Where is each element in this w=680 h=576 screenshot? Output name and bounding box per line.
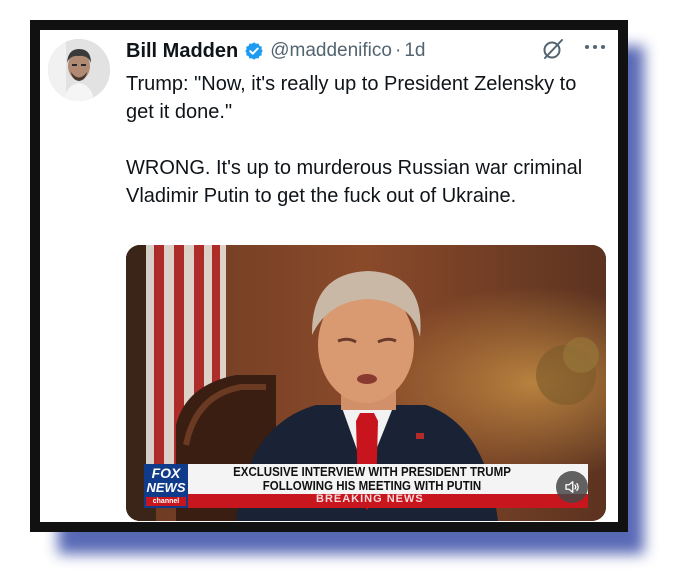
grok-icon[interactable]	[540, 36, 566, 62]
avatar-photo	[48, 39, 110, 101]
post-text-paragraph-2: WRONG. It's up to murderous Russian war …	[126, 157, 583, 207]
speaker-icon[interactable]	[556, 471, 588, 503]
author-handle[interactable]: @maddenifico	[270, 40, 392, 62]
chyron-line-1: EXCLUSIVE INTERVIEW WITH PRESIDENT TRUMP	[233, 465, 511, 479]
fox-news-logo: FOX NEWS channel	[144, 464, 188, 508]
post-text: Trump: "Now, it's really up to President…	[126, 70, 596, 210]
fox-logo-line-2: NEWS	[146, 480, 186, 495]
avatar[interactable]	[48, 39, 110, 101]
fox-logo-line-3: channel	[146, 497, 186, 506]
fox-logo-line-1: FOX	[151, 465, 181, 481]
tweet-card[interactable]: Bill Madden @maddenifico · 1d Trump: "No…	[40, 30, 618, 522]
post-header: Bill Madden @maddenifico · 1d	[126, 38, 425, 64]
author-name[interactable]: Bill Madden	[126, 40, 238, 63]
video-player[interactable]: EXCLUSIVE INTERVIEW WITH PRESIDENT TRUMP…	[126, 245, 606, 521]
chyron-line-2: FOLLOWING HIS MEETING WITH PUTIN	[262, 479, 482, 493]
ticker-text: BREAKING NEWS	[316, 493, 424, 505]
more-icon[interactable]	[580, 34, 610, 60]
post-time[interactable]: 1d	[404, 40, 425, 62]
verified-badge-icon	[244, 41, 264, 61]
post-text-paragraph-1: Trump: "Now, it's really up to President…	[126, 73, 577, 123]
separator-dot: ·	[394, 40, 402, 61]
chyron: EXCLUSIVE INTERVIEW WITH PRESIDENT TRUMP…	[203, 464, 542, 494]
